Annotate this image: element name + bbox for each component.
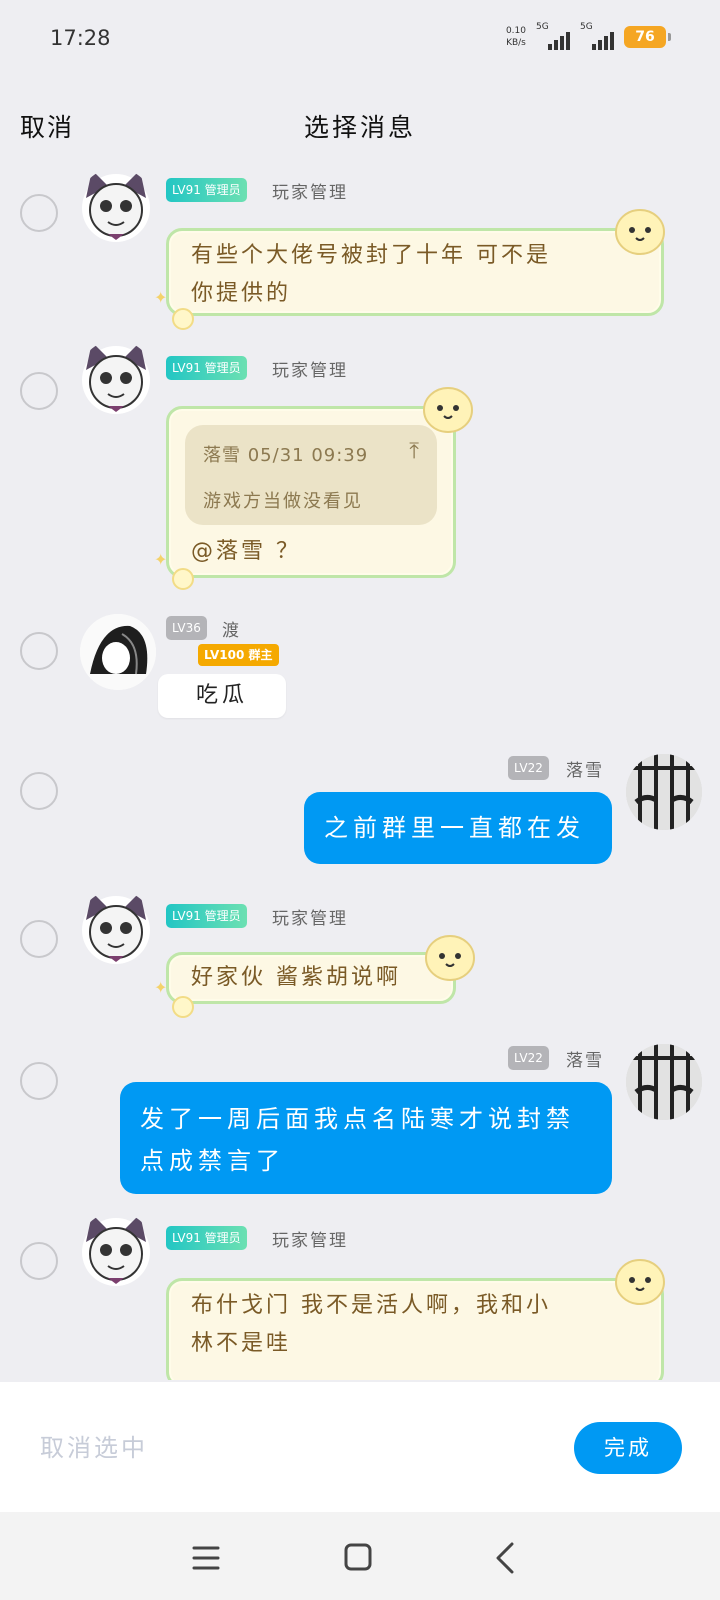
level-badge: LV22 <box>508 1046 549 1070</box>
message-item[interactable]: LV91 管理员 玩家管理 有些个大佬号被封了十年 可不是 你提供的 ✦ <box>0 158 720 330</box>
header: 取消 选择消息 <box>0 96 720 156</box>
level-badge: LV91 管理员 <box>166 904 247 928</box>
star-decoration-icon: ✦ <box>154 288 168 307</box>
message-item[interactable]: LV91 管理员 玩家管理 布什戈门 我不是活人啊，我和小 林不是哇 <box>0 1208 720 1380</box>
star-decoration-icon: ✦ <box>154 978 168 997</box>
network-speed-unit: KB/s <box>506 38 526 48</box>
message-text: @落雪 ？ <box>191 539 301 564</box>
avatar[interactable] <box>78 340 154 416</box>
home-square-icon[interactable] <box>338 1540 378 1576</box>
signal-icon: 5G <box>580 22 614 50</box>
message-item[interactable]: LV22 落雪 发了一周后面我点名陆寒才说封禁 点成禁言了 <box>0 1042 720 1194</box>
message-text: 有些个大佬号被封了十年 可不是 <box>191 243 551 268</box>
avatar[interactable] <box>80 614 156 690</box>
menu-icon[interactable] <box>186 1540 226 1576</box>
message-item[interactable]: LV91 管理员 玩家管理 好家伙 酱紫胡说啊 ✦ <box>0 886 720 1026</box>
message-bubble[interactable]: 有些个大佬号被封了十年 可不是 你提供的 <box>166 228 664 316</box>
sender-name[interactable]: 玩家管理 <box>272 904 348 929</box>
sender-name[interactable]: 玩家管理 <box>272 178 348 203</box>
message-bubble[interactable]: 布什戈门 我不是活人啊，我和小 林不是哇 <box>166 1278 664 1380</box>
message-bubble[interactable]: 发了一周后面我点名陆寒才说封禁 点成禁言了 <box>120 1082 612 1194</box>
message-text: 布什戈门 我不是活人啊，我和小 <box>191 1293 551 1318</box>
message-item[interactable]: LV22 落雪 之前群里一直都在发 <box>0 752 720 864</box>
status-icons: 0.10 KB/s 5G 5G 76 <box>506 22 671 52</box>
avatar[interactable] <box>626 1044 702 1120</box>
select-radio[interactable] <box>20 1062 58 1100</box>
battery-icon: 76 <box>624 26 671 48</box>
network-speed-value: 0.10 <box>505 26 526 36</box>
system-nav-bar <box>0 1512 720 1600</box>
sim2-label: 5G <box>580 22 593 32</box>
flower-decoration-icon <box>172 308 194 330</box>
select-radio[interactable] <box>20 920 58 958</box>
message-bubble[interactable]: 之前群里一直都在发 <box>304 792 612 864</box>
select-radio[interactable] <box>20 372 58 410</box>
network-speed: 0.10 KB/s <box>506 25 526 49</box>
back-chevron-icon[interactable] <box>486 1540 526 1576</box>
flower-decoration-icon <box>172 996 194 1018</box>
message-item[interactable]: LV36 渡 LV100 群主 吃瓜 <box>0 610 720 730</box>
sender-name[interactable]: 渡 <box>222 616 241 641</box>
mascot-decoration-icon <box>423 387 473 433</box>
level-badge: LV91 管理员 <box>166 178 247 202</box>
select-radio[interactable] <box>20 1242 58 1280</box>
level-badge: LV91 管理员 <box>166 356 247 380</box>
avatar[interactable] <box>78 168 154 244</box>
avatar[interactable] <box>78 1212 154 1288</box>
sender-name[interactable]: 落雪 <box>566 1046 604 1071</box>
message-text: 你提供的 <box>191 281 292 306</box>
flower-decoration-icon <box>172 568 194 590</box>
arrow-up-icon[interactable]: ⤒ <box>409 439 419 464</box>
select-radio[interactable] <box>20 632 58 670</box>
message-bubble[interactable]: 落雪 05/31 09:39 ⤒ 游戏方当做没看见 @落雪 ？ <box>166 406 456 578</box>
message-text: 林不是哇 <box>191 1331 292 1356</box>
message-bubble[interactable]: 好家伙 酱紫胡说啊 <box>166 952 456 1004</box>
status-bar: 17:28 0.10 KB/s 5G 5G 76 <box>0 0 720 80</box>
unselect-button[interactable]: 取消选中 <box>40 1428 148 1463</box>
page-title: 选择消息 <box>303 113 416 142</box>
quoted-message[interactable]: 落雪 05/31 09:39 ⤒ 游戏方当做没看见 <box>185 425 437 525</box>
sender-name[interactable]: 玩家管理 <box>272 1226 348 1251</box>
select-radio[interactable] <box>20 194 58 232</box>
message-text: 点成禁言了 <box>140 1147 285 1175</box>
status-time: 17:28 <box>50 26 111 50</box>
mascot-decoration-icon <box>425 935 475 981</box>
avatar[interactable] <box>626 754 702 830</box>
level-badge: LV22 <box>508 756 549 780</box>
select-radio[interactable] <box>20 772 58 810</box>
message-text: 好家伙 酱紫胡说啊 <box>191 965 401 990</box>
star-decoration-icon: ✦ <box>154 550 168 569</box>
sim1-label: 5G <box>536 22 549 32</box>
message-list[interactable]: LV91 管理员 玩家管理 有些个大佬号被封了十年 可不是 你提供的 ✦ LV9… <box>0 158 720 1380</box>
signal-icon: 5G <box>536 22 570 50</box>
selection-action-bar: 取消选中 完成 <box>0 1382 720 1512</box>
quote-text: 游戏方当做没看见 <box>203 491 363 512</box>
mascot-decoration-icon <box>615 1259 665 1305</box>
avatar[interactable] <box>78 890 154 966</box>
done-button[interactable]: 完成 <box>574 1422 682 1474</box>
quote-author-time: 落雪 05/31 09:39 <box>203 445 369 466</box>
message-text: 发了一周后面我点名陆寒才说封禁 <box>140 1105 575 1133</box>
sender-name[interactable]: 玩家管理 <box>272 356 348 381</box>
message-item[interactable]: LV91 管理员 玩家管理 落雪 05/31 09:39 ⤒ 游戏方当做没看见 … <box>0 336 720 590</box>
level-badge: LV91 管理员 <box>166 1226 247 1250</box>
sender-name[interactable]: 落雪 <box>566 756 604 781</box>
message-bubble[interactable]: 吃瓜 <box>158 674 286 718</box>
mascot-decoration-icon <box>615 209 665 255</box>
owner-badge: LV100 群主 <box>198 644 279 666</box>
level-badge: LV36 <box>166 616 207 640</box>
